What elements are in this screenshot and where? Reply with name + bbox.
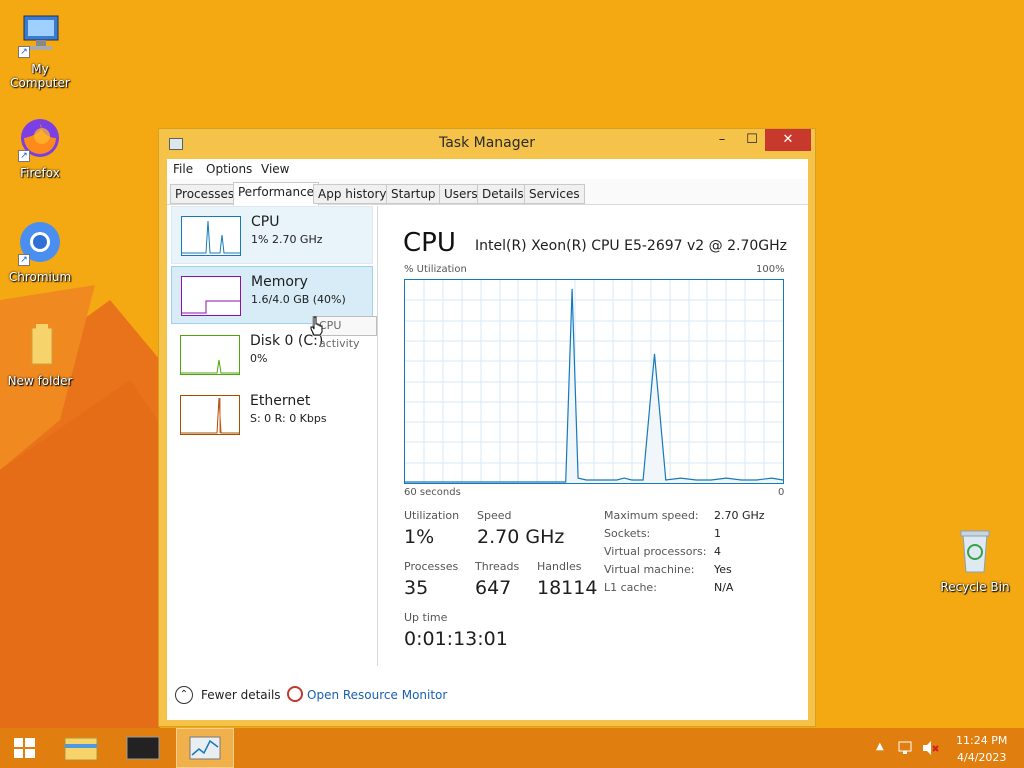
show-hidden-icons-button[interactable]: ▲: [876, 741, 884, 752]
fewer-details-button[interactable]: Fewer details: [201, 688, 281, 702]
file-explorer-icon: [64, 737, 98, 761]
utilization-value: 1%: [404, 526, 435, 548]
utilization-label: Utilization: [404, 509, 460, 522]
sidebar-item-cpu[interactable]: CPU 1% 2.70 GHz: [171, 206, 373, 264]
resource-monitor-icon: [287, 686, 303, 702]
threads-value: 647: [475, 577, 512, 599]
title-bar[interactable]: Task Manager – ☐ ✕: [159, 129, 815, 159]
start-button[interactable]: [4, 728, 44, 768]
menu-view[interactable]: View: [261, 162, 289, 176]
minimize-button[interactable]: –: [707, 129, 737, 151]
terminal-icon: [126, 736, 160, 760]
taskbar-terminal[interactable]: [116, 728, 170, 768]
processes-label: Processes: [404, 560, 459, 573]
taskbar-file-explorer[interactable]: [56, 728, 106, 768]
taskbar: ▲ 11:24 PM 4/4/2023: [0, 728, 1024, 768]
sidebar-item-value: 1.6/4.0 GB (40%): [251, 293, 346, 306]
cpu-title: CPU: [403, 228, 456, 258]
virtual-processors-label: Virtual processors:: [604, 545, 707, 558]
tab-bar: Processes Performance App history Startu…: [167, 179, 808, 206]
graph-label-time: 60 seconds: [404, 487, 461, 498]
hand-cursor-icon: [310, 316, 323, 336]
sidebar-item-ethernet[interactable]: Ethernet S: 0 R: 0 Kbps: [171, 386, 373, 444]
sidebar-item-value: 1% 2.70 GHz: [251, 233, 323, 246]
virtual-processors-value: 4: [714, 545, 721, 558]
speed-label: Speed: [477, 509, 512, 522]
max-speed-value: 2.70 GHz: [714, 509, 765, 522]
chromium-icon: ↗: [16, 218, 64, 266]
threads-label: Threads: [475, 560, 520, 573]
menu-options[interactable]: Options: [206, 162, 252, 176]
disk-thumbnail-graph: [180, 335, 240, 375]
sidebar-item-value: S: 0 R: 0 Kbps: [250, 412, 327, 425]
desktop-icon-label: Firefox: [20, 166, 60, 180]
uptime-label: Up time: [404, 611, 448, 624]
open-resource-monitor-link[interactable]: Open Resource Monitor: [307, 688, 447, 702]
sockets-label: Sockets:: [604, 527, 651, 540]
desktop-icon-label: New folder: [7, 374, 73, 388]
processes-value: 35: [404, 577, 429, 599]
folder-icon: [16, 322, 64, 370]
uptime-value: 0:01:13:01: [404, 628, 508, 650]
clock-time[interactable]: 11:24 PM: [956, 734, 1007, 747]
tab-startup[interactable]: Startup: [386, 184, 441, 204]
maximize-button[interactable]: ☐: [737, 129, 767, 151]
cpu-thumbnail-graph: [181, 216, 241, 256]
footer: ⌃ Fewer details Open Resource Monitor: [167, 666, 808, 720]
tab-services[interactable]: Services: [524, 184, 585, 204]
taskbar-task-manager[interactable]: [176, 728, 234, 768]
desktop-icon-chromium[interactable]: ↗ Chromium: [0, 218, 80, 284]
performance-sidebar: CPU 1% 2.70 GHz Memory 1.6/4.0 GB (40%) …: [167, 206, 378, 666]
desktop-icon-firefox[interactable]: ↗ Firefox: [0, 114, 80, 180]
menu-file[interactable]: File: [173, 162, 193, 176]
recycle-bin-icon: [951, 528, 999, 576]
task-manager-icon: [189, 736, 221, 760]
shortcut-arrow-icon: ↗: [18, 150, 30, 162]
virtual-machine-label: Virtual machine:: [604, 563, 695, 576]
sidebar-item-label: CPU: [251, 214, 280, 230]
desktop-icon-label: Recycle Bin: [940, 580, 1010, 594]
handles-label: Handles: [537, 560, 582, 573]
tab-processes[interactable]: Processes: [170, 184, 240, 204]
memory-thumbnail-graph: [181, 276, 241, 316]
sockets-value: 1: [714, 527, 721, 540]
sidebar-item-label: Memory: [251, 274, 308, 290]
cpu-utilization-graph: [404, 279, 784, 484]
shortcut-arrow-icon: ↗: [18, 254, 30, 266]
task-manager-window: Task Manager – ☐ ✕ File Options View Pro…: [158, 128, 816, 727]
tab-app-history[interactable]: App history: [313, 184, 392, 204]
l1-cache-label: L1 cache:: [604, 581, 657, 594]
handles-value: 18114: [537, 577, 598, 599]
close-button[interactable]: ✕: [765, 129, 811, 151]
cpu-detail-pane: CPU Intel(R) Xeon(R) CPU E5-2697 v2 @ 2.…: [379, 206, 808, 666]
cpu-model: Intel(R) Xeon(R) CPU E5-2697 v2 @ 2.70GH…: [475, 238, 787, 254]
computer-icon: ↗: [16, 10, 64, 58]
shortcut-arrow-icon: ↗: [18, 46, 30, 58]
chevron-up-icon[interactable]: ⌃: [175, 686, 193, 704]
desktop-icon-recycle-bin[interactable]: Recycle Bin: [935, 528, 1015, 594]
max-speed-label: Maximum speed:: [604, 509, 699, 522]
desktop-icon-new-folder[interactable]: New folder: [0, 322, 80, 388]
clock-date[interactable]: 4/4/2023: [957, 751, 1006, 764]
ethernet-thumbnail-graph: [180, 395, 240, 435]
tab-performance[interactable]: Performance: [233, 182, 320, 206]
desktop-icon-label: Chromium: [8, 270, 72, 284]
windows-logo-icon: [14, 738, 35, 758]
sidebar-item-value: 0%: [250, 352, 268, 365]
sidebar-item-label: Ethernet: [250, 393, 311, 409]
graph-label-max: 100%: [756, 264, 785, 275]
desktop-icon-my-computer[interactable]: ↗ My Computer: [0, 10, 80, 90]
virtual-machine-value: Yes: [714, 563, 732, 576]
window-client-area: File Options View Processes Performance …: [167, 159, 808, 720]
l1-cache-value: N/A: [714, 581, 734, 594]
graph-label-zero: 0: [778, 487, 785, 498]
desktop-icon-label: My Computer: [10, 62, 70, 90]
menu-bar: File Options View: [167, 159, 808, 179]
firefox-icon: ↗: [16, 114, 64, 162]
network-icon[interactable]: [897, 740, 915, 756]
speed-value: 2.70 GHz: [477, 526, 565, 548]
volume-muted-icon[interactable]: [921, 740, 939, 756]
graph-label-utilization: % Utilization: [404, 264, 467, 275]
tab-details[interactable]: Details: [477, 184, 529, 204]
